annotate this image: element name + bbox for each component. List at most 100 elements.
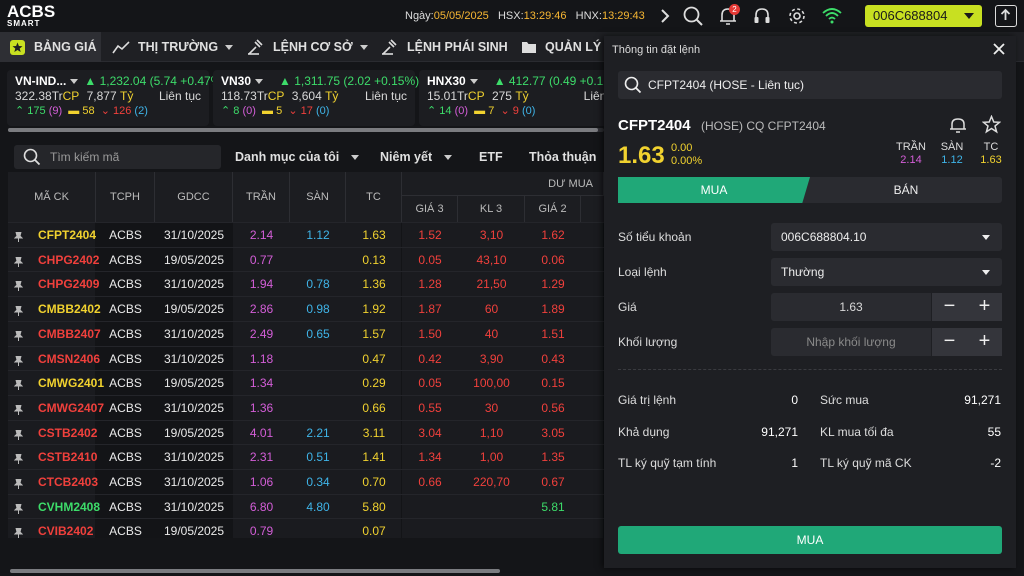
bid-price-2-cell: 0.67 bbox=[541, 475, 565, 489]
headset-icon[interactable] bbox=[752, 6, 772, 26]
symbol-cell[interactable]: CHPG2402 bbox=[38, 248, 99, 272]
table-row[interactable]: CVHM2408 ACBS 31/10/2025 6.80 4.80 5.80 5.81 bbox=[8, 493, 604, 519]
col-bid-vol-3[interactable]: KL 3 bbox=[458, 196, 525, 222]
table-row[interactable]: CVIB2402 ACBS 19/05/2025 0.79 0.07 bbox=[8, 518, 604, 538]
gear-icon[interactable] bbox=[787, 6, 807, 26]
order-type-row: Loại lệnh Thường bbox=[618, 258, 1002, 286]
chevron-right-icon[interactable] bbox=[655, 6, 675, 26]
ceiling-cell: 1.06 bbox=[249, 475, 274, 489]
symbol-cell[interactable]: CMWG2401 bbox=[38, 371, 104, 395]
pin-icon[interactable] bbox=[13, 404, 24, 415]
pin-icon[interactable] bbox=[13, 453, 24, 465]
nav-lenh-phai-sinh[interactable]: LỆNH PHÁI SINH bbox=[381, 32, 508, 62]
symbol-cell[interactable]: CHPG2409 bbox=[38, 272, 99, 296]
order-type-select[interactable]: Thường bbox=[771, 258, 1002, 286]
col-issuer[interactable]: TCPH bbox=[96, 172, 155, 222]
export-icon[interactable] bbox=[995, 5, 1017, 27]
pin-icon[interactable] bbox=[13, 429, 24, 440]
pin-icon[interactable] bbox=[13, 355, 24, 366]
filter-listed[interactable]: Niêm yết bbox=[380, 150, 453, 164]
close-icon[interactable] bbox=[992, 42, 1006, 56]
last-trade-date-cell: 31/10/2025 bbox=[163, 475, 225, 489]
tab-sell[interactable]: BÁN bbox=[810, 177, 1002, 203]
pin-icon[interactable] bbox=[13, 280, 24, 292]
table-row[interactable]: CSTB2410 ACBS 31/10/2025 2.31 0.51 1.41 1.34 1,… bbox=[8, 444, 604, 470]
search-icon[interactable] bbox=[683, 6, 703, 26]
acbs-logo[interactable]: ACBS SMART bbox=[7, 3, 67, 29]
filter-watchlist[interactable]: Danh mục của tôi bbox=[235, 150, 360, 164]
col-reference[interactable]: TC bbox=[346, 172, 402, 222]
col-ceiling[interactable]: TRẦN bbox=[233, 172, 290, 222]
nav-thi-truong[interactable]: THỊ TRƯỜNG bbox=[112, 32, 234, 62]
price-input[interactable]: 1.63 bbox=[771, 293, 931, 321]
minus-icon[interactable]: − bbox=[932, 328, 967, 356]
pin-icon[interactable] bbox=[13, 231, 24, 242]
pin-icon[interactable] bbox=[13, 305, 24, 317]
hammer-icon bbox=[382, 39, 397, 55]
plus-icon[interactable]: + bbox=[967, 293, 1002, 321]
filter-etf[interactable]: ETF bbox=[479, 150, 503, 164]
col-bid-price-2[interactable]: GIÁ 2 bbox=[525, 196, 581, 222]
table-row[interactable]: CMWG2407 ACBS 31/10/2025 1.36 0.66 0.55 30 0.56 bbox=[8, 394, 604, 420]
symbol-cell[interactable]: CMWG2407 bbox=[38, 396, 104, 420]
table-row[interactable]: CMBB2402 ACBS 19/05/2025 2.86 0.98 1.92 1.87 60… bbox=[8, 296, 604, 322]
nav-lenh-co-so[interactable]: LỆNH CƠ SỞ bbox=[247, 32, 368, 62]
symbol-cell[interactable]: CMBB2402 bbox=[38, 297, 101, 321]
hnx-label: HNX: bbox=[575, 10, 602, 22]
bid-vol-3-cell: 60 bbox=[484, 302, 499, 317]
tab-buy[interactable]: MUA bbox=[618, 177, 810, 203]
table-row[interactable]: CHPG2409 ACBS 31/10/2025 1.94 0.78 1.36 1.28 21… bbox=[8, 271, 604, 297]
nav-bang-gia[interactable]: BẢNG GIÁ bbox=[0, 32, 101, 62]
table-row[interactable]: CHPG2402 ACBS 19/05/2025 0.77 0.13 0.05 43,10 0… bbox=[8, 246, 604, 272]
pin-icon[interactable] bbox=[13, 256, 24, 267]
table-row[interactable]: CMSN2406 ACBS 31/10/2025 1.18 0.47 0.42 3,90 0.… bbox=[8, 345, 604, 371]
table-row[interactable]: CTCB2403 ACBS 31/10/2025 1.06 0.34 0.70 0.66 22… bbox=[8, 469, 604, 494]
pin-icon[interactable] bbox=[13, 478, 24, 489]
order-symbol-search[interactable]: CFPT2404 (HOSE - Liên tục) bbox=[618, 71, 1002, 99]
table-row[interactable]: CMBB2407 ACBS 31/10/2025 2.49 0.65 1.57 1.50 40… bbox=[8, 320, 604, 346]
symbol-cell[interactable]: CFPT2404 bbox=[38, 223, 96, 247]
col-symbol[interactable]: MÃ CK bbox=[8, 172, 96, 222]
symbol-cell[interactable]: CVHM2408 bbox=[38, 495, 100, 519]
col-floor[interactable]: SÀN bbox=[290, 172, 346, 222]
symbol-cell[interactable]: CTCB2403 bbox=[38, 470, 98, 494]
symbol-cell[interactable]: CSTB2402 bbox=[38, 421, 97, 445]
symbol-cell[interactable]: CMSN2406 bbox=[38, 347, 100, 371]
ceiling-cell: 1.18 bbox=[249, 351, 274, 366]
last-trade-date-cell: 19/05/2025 bbox=[163, 376, 225, 391]
reference-cell: 0.70 bbox=[362, 475, 386, 489]
breadth: ⌃ 8 (0) ▬ 5 ⌄ 17 (0) bbox=[221, 105, 330, 117]
symbol-cell[interactable]: CVIB2402 bbox=[38, 519, 96, 538]
pin-icon[interactable] bbox=[13, 503, 24, 514]
account-selector[interactable]: 006C688804 bbox=[865, 5, 982, 27]
reference-cell: 1.41 bbox=[362, 450, 386, 465]
table-row[interactable]: CFPT2404 ACBS 31/10/2025 2.14 1.12 1.63 1.52 3,… bbox=[8, 222, 604, 247]
star-icon[interactable] bbox=[981, 114, 1002, 137]
filter-negotiated[interactable]: Thỏa thuận bbox=[529, 150, 596, 164]
ceiling-cell: 1.94 bbox=[249, 277, 274, 292]
index-card-vnindex[interactable]: VN-IND... ▲ 1,232.04 (5.74 +0.47%) 322.38… bbox=[7, 70, 225, 126]
table-row[interactable]: CMWG2401 ACBS 19/05/2025 1.34 0.29 0.05 100,00… bbox=[8, 370, 604, 396]
table-row[interactable]: CSTB2402 ACBS 19/05/2025 4.01 2.21 3.11 3.04 1,… bbox=[8, 419, 604, 445]
minus-icon[interactable]: − bbox=[932, 293, 967, 321]
submit-buy-button[interactable]: MUA bbox=[618, 526, 1002, 554]
bell-icon[interactable] bbox=[949, 116, 967, 137]
bid-vol-3-cell: 220,70 bbox=[473, 475, 510, 489]
col-last-trade-date[interactable]: GDCC bbox=[155, 172, 233, 222]
index-card-hnx30[interactable]: HNX30 ▲ 412.77 (0.49 +0.12%) 15.01TrCP 27… bbox=[419, 70, 604, 126]
pin-icon[interactable] bbox=[13, 330, 24, 341]
pin-icon[interactable] bbox=[13, 379, 24, 391]
chevron-down-icon bbox=[359, 44, 368, 50]
index-scrollbar[interactable] bbox=[8, 128, 604, 132]
symbol-cell[interactable]: CSTB2410 bbox=[38, 445, 97, 469]
symbol-search-input[interactable]: Tìm kiếm mã bbox=[14, 145, 221, 169]
index-card-vn30[interactable]: VN30 ▲ 1,311.75 (2.02 +0.15%) 118.73Tr CP … bbox=[213, 70, 419, 126]
order-ticker-sub: (HOSE) CQ CFPT2404 bbox=[701, 119, 826, 133]
sub-account-select[interactable]: 006C688804.10 bbox=[771, 223, 1002, 251]
pin-icon[interactable] bbox=[13, 527, 24, 538]
plus-icon[interactable]: + bbox=[967, 328, 1002, 356]
col-bid-price-3[interactable]: GIÁ 3 bbox=[402, 196, 458, 222]
nav-quan-ly[interactable]: QUẢN LÝ T bbox=[521, 32, 612, 62]
symbol-cell[interactable]: CMBB2407 bbox=[38, 322, 101, 346]
quantity-input[interactable]: Nhập khối lượng bbox=[771, 328, 931, 356]
